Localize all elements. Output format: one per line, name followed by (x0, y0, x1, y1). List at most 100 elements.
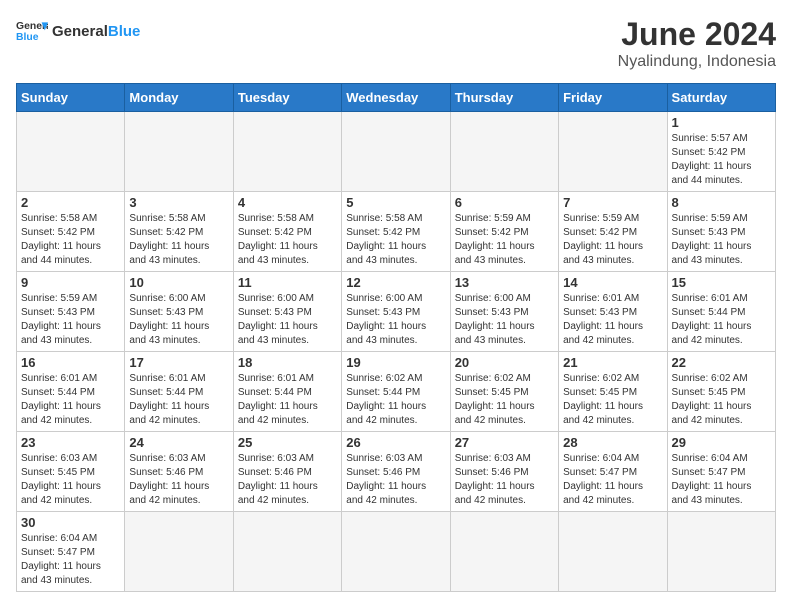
day-info: Sunrise: 6:00 AMSunset: 5:43 PMDaylight:… (455, 292, 554, 348)
day-cell: 29 Sunrise: 6:04 AMSunset: 5:47 PMDayligh… (667, 432, 775, 512)
day-info: Sunrise: 6:02 AMSunset: 5:45 PMDaylight:… (672, 372, 771, 428)
location: Nyalindung, Indonesia (618, 53, 776, 71)
day-number: 8 (672, 195, 771, 210)
calendar: SundayMondayTuesdayWednesdayThursdayFrid… (16, 83, 776, 592)
day-cell: 8Sunrise: 5:59 AMSunset: 5:43 PMDaylight… (667, 192, 775, 272)
svg-text:Blue: Blue (16, 32, 39, 43)
day-cell: 15 Sunrise: 6:01 AMSunset: 5:44 PMDayligh… (667, 272, 775, 352)
day-number: 20 (455, 355, 554, 370)
header-row: SundayMondayTuesdayWednesdayThursdayFrid… (17, 84, 776, 112)
day-cell: 30 Sunrise: 6:04 AMSunset: 5:47 PMDayligh… (17, 512, 125, 592)
day-number: 29 (672, 435, 771, 450)
day-number: 12 (346, 275, 445, 290)
day-number: 25 (238, 435, 337, 450)
day-cell: 26 Sunrise: 6:03 AMSunset: 5:46 PMDayligh… (342, 432, 450, 512)
day-info: Sunrise: 6:00 AMSunset: 5:43 PMDaylight:… (346, 292, 445, 348)
day-cell: 21 Sunrise: 6:02 AMSunset: 5:45 PMDayligh… (559, 352, 667, 432)
week-row-1: 2 Sunrise: 5:58 AMSunset: 5:42 PMDaylight… (17, 192, 776, 272)
header-monday: Monday (125, 84, 233, 112)
day-info: Sunrise: 6:01 AMSunset: 5:44 PMDaylight:… (238, 372, 337, 428)
day-info: Sunrise: 5:59 AMSunset: 5:43 PMDaylight:… (21, 292, 120, 348)
header-saturday: Saturday (667, 84, 775, 112)
day-info: Sunrise: 6:03 AMSunset: 5:46 PMDaylight:… (455, 452, 554, 508)
day-info: Sunrise: 6:02 AMSunset: 5:44 PMDaylight:… (346, 372, 445, 428)
day-cell: 20Sunrise: 6:02 AMSunset: 5:45 PMDayligh… (450, 352, 558, 432)
day-info: Sunrise: 6:03 AMSunset: 5:46 PMDaylight:… (238, 452, 337, 508)
day-cell (17, 112, 125, 192)
day-cell: 13 Sunrise: 6:00 AMSunset: 5:43 PMDayligh… (450, 272, 558, 352)
day-cell (342, 112, 450, 192)
day-cell: 11Sunrise: 6:00 AMSunset: 5:43 PMDayligh… (233, 272, 341, 352)
day-cell: 18 Sunrise: 6:01 AMSunset: 5:44 PMDayligh… (233, 352, 341, 432)
week-row-5: 30 Sunrise: 6:04 AMSunset: 5:47 PMDayligh… (17, 512, 776, 592)
header-sunday: Sunday (17, 84, 125, 112)
day-cell (233, 112, 341, 192)
day-number: 15 (672, 275, 771, 290)
header-wednesday: Wednesday (342, 84, 450, 112)
day-number: 19 (346, 355, 445, 370)
day-number: 21 (563, 355, 662, 370)
day-number: 18 (238, 355, 337, 370)
day-cell (233, 512, 341, 592)
day-number: 17 (129, 355, 228, 370)
day-cell (450, 112, 558, 192)
week-row-3: 16Sunrise: 6:01 AMSunset: 5:44 PMDayligh… (17, 352, 776, 432)
week-row-0: 1Sunrise: 5:57 AMSunset: 5:42 PMDaylight… (17, 112, 776, 192)
header-tuesday: Tuesday (233, 84, 341, 112)
day-cell: 9 Sunrise: 5:59 AMSunset: 5:43 PMDaylight… (17, 272, 125, 352)
day-cell: 2 Sunrise: 5:58 AMSunset: 5:42 PMDaylight… (17, 192, 125, 272)
day-number: 9 (21, 275, 120, 290)
day-cell: 17 Sunrise: 6:01 AMSunset: 5:44 PMDayligh… (125, 352, 233, 432)
day-cell: 22 Sunrise: 6:02 AMSunset: 5:45 PMDayligh… (667, 352, 775, 432)
day-info: Sunrise: 5:57 AMSunset: 5:42 PMDaylight:… (672, 132, 771, 188)
day-info: Sunrise: 6:04 AMSunset: 5:47 PMDaylight:… (672, 452, 771, 508)
day-cell (450, 512, 558, 592)
day-info: Sunrise: 6:01 AMSunset: 5:44 PMDaylight:… (129, 372, 228, 428)
day-number: 13 (455, 275, 554, 290)
day-info: Sunrise: 6:04 AMSunset: 5:47 PMDaylight:… (21, 532, 120, 588)
day-number: 4 (238, 195, 337, 210)
day-number: 22 (672, 355, 771, 370)
day-number: 27 (455, 435, 554, 450)
logo-general: General (52, 23, 108, 40)
day-cell: 23 Sunrise: 6:03 AMSunset: 5:45 PMDayligh… (17, 432, 125, 512)
day-number: 26 (346, 435, 445, 450)
day-info: Sunrise: 6:03 AMSunset: 5:45 PMDaylight:… (21, 452, 120, 508)
day-cell: 12 Sunrise: 6:00 AMSunset: 5:43 PMDayligh… (342, 272, 450, 352)
day-number: 24 (129, 435, 228, 450)
day-cell (667, 512, 775, 592)
header-thursday: Thursday (450, 84, 558, 112)
day-number: 23 (21, 435, 120, 450)
day-cell: 16Sunrise: 6:01 AMSunset: 5:44 PMDayligh… (17, 352, 125, 432)
day-cell: 28Sunrise: 6:04 AMSunset: 5:47 PMDayligh… (559, 432, 667, 512)
day-info: Sunrise: 5:59 AMSunset: 5:42 PMDaylight:… (563, 212, 662, 268)
logo-blue: Blue (108, 23, 141, 40)
day-info: Sunrise: 5:58 AMSunset: 5:42 PMDaylight:… (21, 212, 120, 268)
logo: General Blue GeneralBlue (16, 16, 140, 48)
day-cell: 24Sunrise: 6:03 AMSunset: 5:46 PMDayligh… (125, 432, 233, 512)
logo-icon: General Blue (16, 16, 48, 48)
week-row-2: 9 Sunrise: 5:59 AMSunset: 5:43 PMDaylight… (17, 272, 776, 352)
day-cell (559, 512, 667, 592)
title-area: June 2024 Nyalindung, Indonesia (618, 16, 776, 71)
day-number: 7 (563, 195, 662, 210)
day-cell: 25 Sunrise: 6:03 AMSunset: 5:46 PMDayligh… (233, 432, 341, 512)
day-cell: 4 Sunrise: 5:58 AMSunset: 5:42 PMDaylight… (233, 192, 341, 272)
day-number: 2 (21, 195, 120, 210)
day-info: Sunrise: 6:01 AMSunset: 5:44 PMDaylight:… (672, 292, 771, 348)
day-info: Sunrise: 5:59 AMSunset: 5:42 PMDaylight:… (455, 212, 554, 268)
day-info: Sunrise: 5:58 AMSunset: 5:42 PMDaylight:… (238, 212, 337, 268)
day-cell: 27 Sunrise: 6:03 AMSunset: 5:46 PMDayligh… (450, 432, 558, 512)
day-cell: 19 Sunrise: 6:02 AMSunset: 5:44 PMDayligh… (342, 352, 450, 432)
day-cell: 7 Sunrise: 5:59 AMSunset: 5:42 PMDaylight… (559, 192, 667, 272)
day-cell: 14Sunrise: 6:01 AMSunset: 5:43 PMDayligh… (559, 272, 667, 352)
day-number: 3 (129, 195, 228, 210)
day-cell (559, 112, 667, 192)
day-cell: 6Sunrise: 5:59 AMSunset: 5:42 PMDaylight… (450, 192, 558, 272)
day-info: Sunrise: 5:58 AMSunset: 5:42 PMDaylight:… (346, 212, 445, 268)
header: General Blue GeneralBlue June 2024 Nyali… (16, 16, 776, 71)
day-number: 30 (21, 515, 120, 530)
day-info: Sunrise: 6:02 AMSunset: 5:45 PMDaylight:… (563, 372, 662, 428)
day-info: Sunrise: 6:01 AMSunset: 5:44 PMDaylight:… (21, 372, 120, 428)
day-info: Sunrise: 6:03 AMSunset: 5:46 PMDaylight:… (346, 452, 445, 508)
